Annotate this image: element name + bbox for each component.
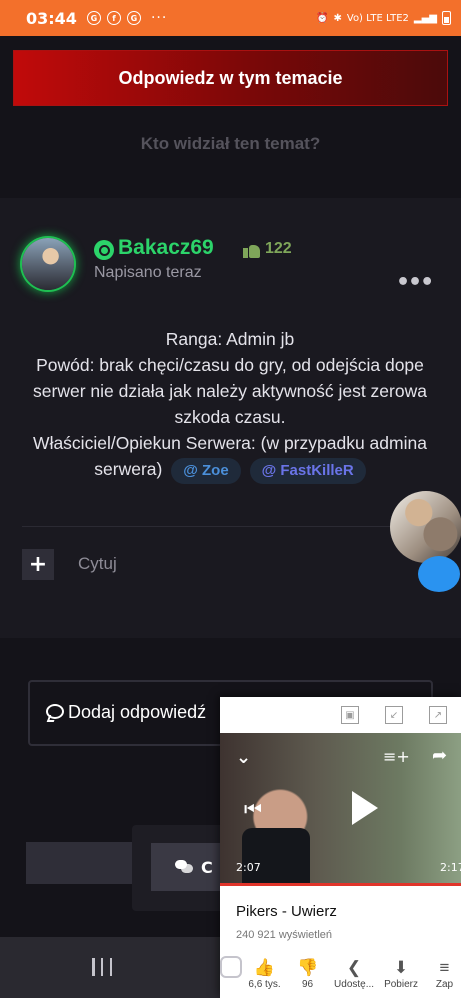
vk-icon: G xyxy=(126,11,141,25)
share-label: Udostę... xyxy=(334,979,375,990)
previous-icon[interactable]: ⏮ xyxy=(244,797,262,821)
download-button[interactable]: ⬇ Pobierz xyxy=(384,957,418,990)
reputation-count: 122 xyxy=(265,240,292,257)
author-username[interactable]: Bakacz69 xyxy=(118,236,214,260)
who-viewed-link[interactable]: Kto widział ten temat? xyxy=(0,134,461,154)
reputation-badge: 122 xyxy=(243,240,292,258)
comment-icon xyxy=(46,704,64,719)
status-right: ⏰ ✱ Vo) LTE LTE2 ▂▄▆ xyxy=(316,11,451,25)
quote-button[interactable]: Cytuj xyxy=(78,554,117,574)
dislike-icon: 👎 xyxy=(296,958,319,977)
play-icon[interactable] xyxy=(352,791,378,825)
chevron-down-icon[interactable]: ⌄ xyxy=(236,747,251,768)
video-views: 240 921 wyświetleń xyxy=(236,929,333,941)
steam-icon xyxy=(94,240,114,260)
bluetooth-icon: ✱ xyxy=(333,12,342,24)
chat-button[interactable]: C xyxy=(151,843,223,891)
chat-bubbles-icon xyxy=(175,860,193,874)
share-button[interactable]: ❮ Udostę... xyxy=(334,957,374,990)
vk-icon: G xyxy=(86,11,101,25)
add-to-queue-icon[interactable]: ≡+ xyxy=(383,747,410,766)
bottom-bar xyxy=(26,842,132,884)
download-label: Pobierz xyxy=(384,979,418,990)
video-frame[interactable]: ⌄ ≡+ ➦ ⏮ 2:07 2:17 xyxy=(220,733,461,885)
mention-fastkiller[interactable]: @ FastKilleR xyxy=(249,458,366,484)
mention-zoe[interactable]: @ Zoe xyxy=(171,458,241,484)
reply-in-topic-button[interactable]: Odpowiedz w tym temacie xyxy=(13,50,448,106)
dislike-count: 96 xyxy=(301,979,314,990)
alarm-icon: ⏰ xyxy=(316,12,329,24)
recent-apps-icon[interactable] xyxy=(92,958,112,976)
floating-chat-avatar[interactable] xyxy=(390,491,461,563)
save-icon: ≡ xyxy=(439,958,450,977)
like-count: 6,6 tys. xyxy=(248,979,281,990)
picture-in-picture-icon[interactable]: ▣ xyxy=(341,706,359,724)
home-icon[interactable] xyxy=(220,956,242,978)
save-label: Zap xyxy=(435,979,454,990)
time-total: 2:17 xyxy=(440,861,461,874)
like-button[interactable]: 👍 6,6 tys. xyxy=(248,957,281,990)
video-actions: 👍 6,6 tys. 👎 96 ❮ Udostę... ⬇ Pobierz ≡ … xyxy=(220,949,461,998)
save-button[interactable]: ≡ Zap xyxy=(428,957,461,990)
posted-time: Napisano teraz xyxy=(94,264,202,281)
mini-video-player[interactable]: ▣ ↙ ↗ ⌄ ≡+ ➦ ⏮ 2:07 2:17 Pikers - Uwierz… xyxy=(220,697,461,998)
multiquote-plus-button[interactable]: + xyxy=(22,549,54,580)
add-reply-label[interactable]: Dodaj odpowiedź xyxy=(68,702,206,723)
signal-icon: ▂▄▆ xyxy=(413,12,437,24)
network-label: Vo) LTE LTE2 xyxy=(346,12,409,24)
post-body: Ranga: Admin jb Powód: brak chęci/czasu … xyxy=(14,326,446,484)
video-title[interactable]: Pikers - Uwierz xyxy=(236,903,337,920)
download-icon: ⬇ xyxy=(393,958,409,977)
status-bar: 03:44 G f G ··· ⏰ ✱ Vo) LTE LTE2 ▂▄▆ xyxy=(0,0,461,36)
post-line-reason: Powód: brak chęci/czasu do gry, od odejś… xyxy=(33,355,427,427)
post-line-owner: Właściciel/Opiekun Serwera: (w przypadku… xyxy=(14,430,446,484)
like-icon: 👍 xyxy=(253,958,276,977)
more-options-icon[interactable]: ••• xyxy=(396,270,434,295)
more-notifications-icon: ··· xyxy=(150,10,168,26)
dislike-button[interactable]: 👎 96 xyxy=(291,957,324,990)
player-toolbar: ▣ ↙ ↗ xyxy=(220,697,461,733)
divider xyxy=(22,526,442,527)
floating-bubble[interactable] xyxy=(418,556,460,592)
thumbs-up-icon xyxy=(243,240,261,258)
video-progress-bar[interactable] xyxy=(220,883,461,886)
share-icon: ❮ xyxy=(346,958,362,977)
minimize-icon[interactable]: ↙ xyxy=(385,706,403,724)
status-time: 03:44 xyxy=(26,8,77,28)
chat-button-label: C xyxy=(201,857,213,877)
post-line-rank: Ranga: Admin jb xyxy=(165,329,295,349)
time-current: 2:07 xyxy=(236,861,261,874)
facebook-icon: f xyxy=(106,11,121,25)
fullscreen-icon[interactable]: ↗ xyxy=(429,706,447,724)
share-arrow-icon[interactable]: ➦ xyxy=(432,745,447,766)
author-avatar[interactable] xyxy=(22,238,74,290)
battery-icon xyxy=(442,11,451,25)
